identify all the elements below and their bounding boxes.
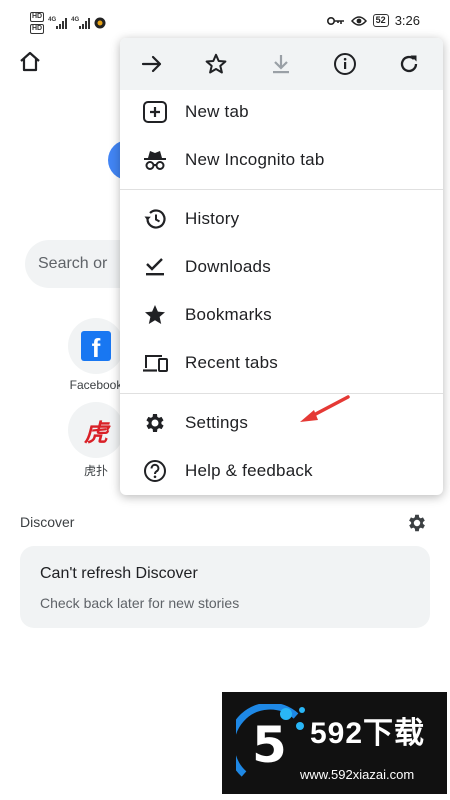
forward-button[interactable]: [139, 51, 165, 77]
refresh-icon: [400, 55, 418, 73]
menu-divider: [120, 393, 443, 394]
menu-item-bookmarks[interactable]: Bookmarks: [120, 295, 443, 335]
overflow-menu: New tab New Incognito tab History Downlo…: [120, 38, 443, 495]
menu-item-label: Bookmarks: [185, 305, 272, 324]
settings-icon: [142, 411, 168, 435]
menu-item-label: Recent tabs: [185, 353, 278, 372]
menu-item-new-tab[interactable]: New tab: [120, 92, 443, 132]
discover-heading: Discover: [20, 514, 75, 530]
bookmark-star-button[interactable]: [203, 51, 229, 77]
forward-icon: [141, 55, 162, 73]
home-icon: [20, 51, 40, 72]
menu-item-help-feedback[interactable]: Help & feedback: [120, 451, 443, 491]
menu-item-label: Settings: [185, 413, 249, 432]
info-icon: [334, 53, 356, 75]
menu-item-label: Downloads: [185, 257, 271, 276]
refresh-button[interactable]: [396, 51, 422, 77]
annotation-arrow-icon: [300, 395, 350, 422]
discover-settings-button[interactable]: [406, 512, 428, 534]
shortcut-facebook[interactable]: f Facebook: [66, 318, 126, 392]
menu-item-label: New tab: [185, 102, 249, 121]
signal-icon: 4G: [71, 17, 91, 29]
eye-icon: [350, 15, 367, 26]
menu-item-downloads[interactable]: Downloads: [120, 247, 443, 287]
history-icon: [142, 207, 168, 231]
menu-item-new-incognito-tab[interactable]: New Incognito tab: [120, 140, 443, 180]
battery-indicator: 52: [372, 14, 389, 27]
discover-card-subtitle: Check back later for new stories: [40, 595, 240, 611]
download-page-button[interactable]: [268, 51, 294, 77]
gear-icon: [409, 514, 425, 532]
incognito-icon: [142, 148, 168, 172]
discover-card-title: Can't refresh Discover: [40, 565, 198, 582]
watermark-digit: 5: [252, 716, 287, 774]
download-icon: [273, 55, 289, 74]
menu-item-recent-tabs[interactable]: Recent tabs: [120, 343, 443, 383]
menu-divider: [120, 189, 443, 190]
help-icon: [142, 459, 168, 483]
watermark-url: www.592xiazai.com: [300, 767, 415, 782]
recent-tabs-icon: [142, 351, 168, 375]
shortcut-hupu[interactable]: 虎 虎扑: [66, 402, 126, 479]
home-button[interactable]: [18, 50, 42, 74]
page-info-button[interactable]: [332, 51, 358, 77]
signal-icon: 4G: [48, 17, 68, 29]
menu-item-label: Help & feedback: [185, 461, 313, 480]
menu-toolbar: [120, 38, 443, 90]
hd-badge: HD: [30, 12, 45, 22]
star-icon: [205, 53, 227, 74]
app-notification-icon: [94, 17, 106, 29]
bookmarks-icon: [142, 303, 168, 327]
menu-item-label: History: [185, 209, 240, 228]
menu-item-history[interactable]: History: [120, 199, 443, 239]
discover-card: Can't refresh Discover Check back later …: [20, 546, 430, 628]
shortcut-label: Facebook: [69, 378, 123, 392]
shortcut-label: 虎扑: [83, 464, 108, 478]
search-placeholder: Search or: [38, 255, 108, 272]
watermark: 5 592下载 www.592xiazai.com: [222, 692, 447, 794]
status-left: HD HD 4G 4G: [30, 12, 106, 34]
watermark-title: 592下载: [310, 717, 426, 750]
facebook-icon: f: [81, 331, 111, 361]
menu-item-settings[interactable]: Settings: [120, 403, 443, 443]
new-tab-icon: [142, 100, 168, 124]
menu-item-label: New Incognito tab: [185, 150, 325, 169]
downloads-icon: [142, 255, 168, 279]
status-right: 52 3:26: [326, 13, 420, 28]
hupu-icon: 虎: [84, 418, 108, 447]
status-bar: HD HD 4G 4G 52 3:26: [0, 0, 450, 42]
key-icon: [326, 16, 344, 25]
hd-badge: HD: [30, 24, 45, 34]
status-time: 3:26: [394, 13, 420, 28]
